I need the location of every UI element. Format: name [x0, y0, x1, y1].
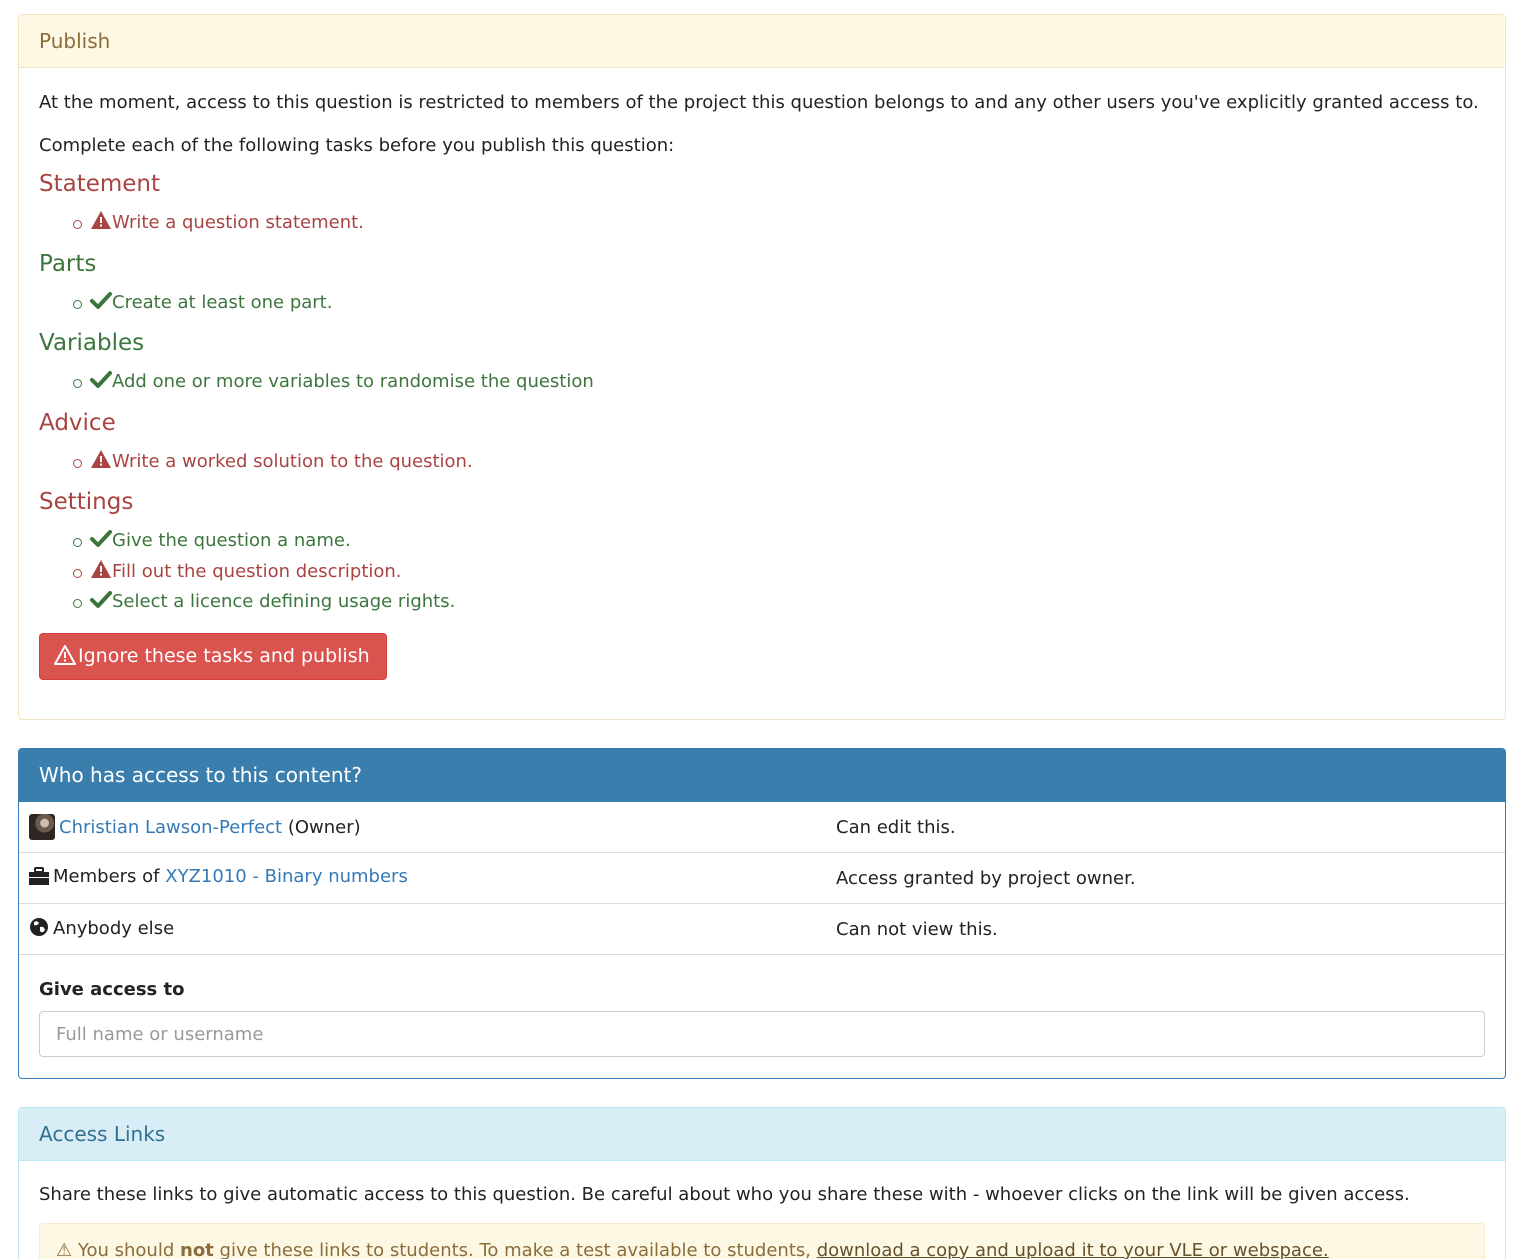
publish-intro: At the moment, access to this question i… — [39, 92, 1479, 113]
task-item: Select a licence defining usage rights. — [73, 588, 1485, 619]
bullet — [73, 568, 82, 578]
task-list: Give the question a name. Fill out the qu… — [39, 527, 1485, 619]
warning-icon — [54, 644, 76, 665]
task-item: Fill out the question description. — [73, 558, 1485, 589]
task-text: Add one or more variables to randomise t… — [112, 371, 594, 392]
warning-icon: ⚠ — [56, 1240, 73, 1259]
warning-icon — [90, 559, 112, 589]
task-text: Select a licence defining usage rights. — [112, 591, 456, 612]
publish-heading: Publish — [19, 15, 1505, 68]
access-table: Christian Lawson-Perfect (Owner) Can edi… — [19, 802, 1505, 955]
page: Publish At the moment, access to this qu… — [0, 0, 1517, 1259]
task-item: Give the question a name. — [73, 527, 1485, 558]
check-icon — [90, 370, 112, 399]
access-heading: Who has access to this content? — [19, 749, 1505, 802]
task-group-statement: Statement Write a question statement. — [39, 168, 1485, 240]
publish-body: At the moment, access to this question i… — [19, 68, 1505, 680]
task-item: Write a question statement. — [73, 209, 1485, 240]
task-item: Add one or more variables to randomise t… — [73, 368, 1485, 399]
owner-link[interactable]: Christian Lawson-Perfect — [59, 817, 282, 838]
task-list: Write a question statement. — [39, 209, 1485, 240]
task-list: Create at least one part. — [39, 289, 1485, 320]
globe-icon — [29, 917, 49, 942]
task-list: Add one or more variables to randomise t… — [39, 368, 1485, 399]
owner-permission: Can edit this. — [826, 802, 1505, 853]
avatar — [29, 814, 55, 840]
publish-instruction: Complete each of the following tasks bef… — [39, 135, 675, 156]
bullet — [73, 299, 82, 309]
task-item: Write a worked solution to the question. — [73, 448, 1485, 479]
task-group-title: Settings — [39, 489, 134, 515]
access-row-anybody: Anybody else Can not view this. — [19, 903, 1505, 955]
project-permission: Access granted by project owner. — [826, 852, 1505, 904]
task-group-title: Advice — [39, 409, 116, 436]
task-group-settings: Settings Give the question a name. Fill ou… — [39, 486, 1485, 619]
bullet — [73, 458, 82, 468]
task-group-variables: Variables Add one or more variables to ra… — [39, 327, 1485, 399]
task-item: Create at least one part. — [73, 289, 1485, 320]
give-access-label: Give access to — [39, 979, 185, 1000]
check-icon — [90, 291, 112, 320]
access-links-description: Share these links to give automatic acce… — [39, 1184, 1410, 1205]
bullet — [73, 220, 82, 229]
project-link[interactable]: XYZ1010 - Binary numbers — [165, 866, 408, 887]
owner-suffix: (Owner) — [287, 817, 361, 838]
alert-mid: give these links to students. To make a … — [219, 1240, 811, 1259]
task-list: Write a worked solution to the question. — [39, 448, 1485, 479]
give-access-input[interactable] — [39, 1011, 1485, 1057]
bullet — [73, 379, 82, 388]
alert-pre: You should — [77, 1240, 175, 1259]
task-group-parts: Parts Create at least one part. — [39, 248, 1485, 320]
students-warning-alert: ⚠ You should not give these links to stu… — [39, 1223, 1485, 1259]
ignore-and-publish-button[interactable]: Ignore these tasks and publish — [39, 632, 387, 680]
task-text: Fill out the question description. — [112, 560, 402, 582]
briefcase-icon — [29, 867, 49, 890]
publish-panel: Publish At the moment, access to this qu… — [18, 14, 1506, 720]
project-prefix: Members of — [53, 866, 160, 887]
give-access-form: Give access to — [19, 955, 1505, 1057]
anybody-label: Anybody else — [53, 917, 175, 939]
access-links-panel: Access Links Share these links to give a… — [18, 1107, 1506, 1259]
task-group-title: Statement — [39, 171, 161, 197]
warning-icon — [90, 449, 112, 479]
access-panel: Who has access to this content? Christia… — [18, 748, 1506, 1079]
task-groups: Statement Write a question statement. Part… — [39, 168, 1485, 619]
access-row-owner: Christian Lawson-Perfect (Owner) Can edi… — [19, 802, 1505, 853]
bullet — [73, 599, 82, 608]
warning-icon — [90, 210, 112, 240]
task-group-advice: Advice Write a worked solution to the que… — [39, 407, 1485, 479]
task-text: Write a question statement. — [112, 212, 364, 233]
alert-bold: not — [180, 1240, 214, 1259]
access-row-project: Members of XYZ1010 - Binary numbers Acce… — [19, 852, 1505, 904]
task-group-title: Parts — [39, 250, 97, 277]
check-icon — [90, 590, 112, 619]
task-text: Write a worked solution to the question. — [112, 450, 473, 472]
check-icon — [90, 529, 112, 558]
task-text: Create at least one part. — [112, 291, 333, 313]
task-group-title: Variables — [39, 330, 145, 356]
ignore-and-publish-label: Ignore these tasks and publish — [78, 644, 370, 667]
anybody-permission: Can not view this. — [826, 903, 1505, 955]
bullet — [73, 538, 82, 547]
task-text: Give the question a name. — [112, 530, 351, 551]
download-copy-link[interactable]: download a copy and upload it to your VL… — [817, 1240, 1329, 1259]
access-links-heading: Access Links — [19, 1108, 1505, 1161]
